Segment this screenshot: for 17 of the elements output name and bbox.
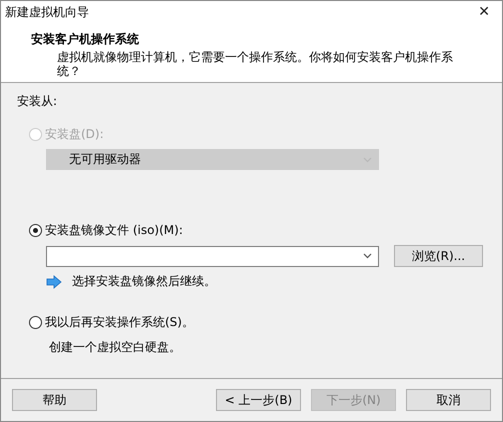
window-title: 新建虚拟机向导 <box>5 4 89 20</box>
radio-button[interactable] <box>29 224 42 237</box>
radio-option[interactable]: 我以后再安装操作系统(S)。 <box>17 314 194 331</box>
header-description: 虚拟机就像物理计算机，它需要一个操作系统。你将如何安装客户机操作系统？ <box>57 50 454 78</box>
install-from-label: 安装从: <box>17 93 58 110</box>
help-button[interactable]: 帮助 <box>12 389 97 411</box>
header-title: 安装客户机操作系统 <box>31 31 140 48</box>
radio-option[interactable]: 安装盘镜像文件 (iso)(M): <box>17 222 183 239</box>
option-note: 创建一个虚拟空白硬盘。 <box>48 339 182 356</box>
cancel-button[interactable]: 取消 <box>406 389 491 411</box>
radio-button[interactable] <box>29 316 42 329</box>
close-button[interactable]: ✕ <box>472 4 496 20</box>
browse-button[interactable]: 浏览(R)... <box>394 245 483 267</box>
back-button[interactable]: < 上一步(B) <box>216 389 301 411</box>
arrow-icon <box>46 274 62 288</box>
path-dropdown[interactable] <box>46 246 379 266</box>
hint-text: 选择安装盘镜像然后继续。 <box>72 273 216 290</box>
